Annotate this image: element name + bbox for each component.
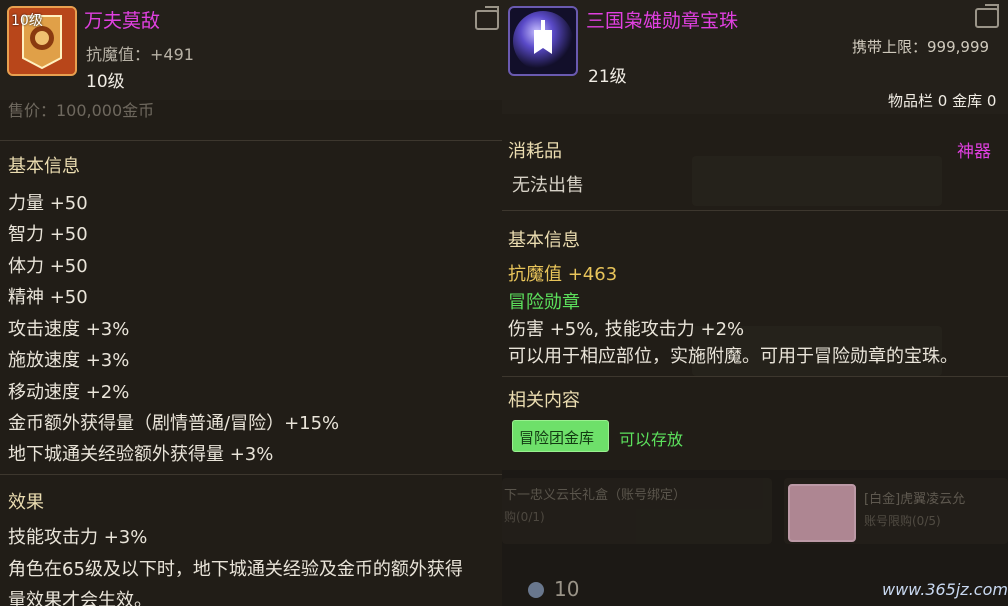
background-shop-strip: 下一忠义云长礼盒（账号绑定） 购(0/1) [白金]虎翼凌云允 账号限购(0/5…	[502, 470, 1008, 606]
item-title: 三国枭雄勋章宝珠	[586, 10, 739, 32]
can-store-label: 可以存放	[619, 430, 684, 449]
divider	[502, 376, 1008, 377]
divider	[0, 474, 502, 475]
shop-item-card: 下一忠义云长礼盒（账号绑定） 购(0/1)	[502, 478, 772, 544]
medal-label: 冒险勋章	[508, 292, 580, 313]
left-header: 10级 万夫莫敌 抗魔值：+491 10级	[0, 0, 502, 100]
carry-limit: 携带上限：999,999	[852, 38, 990, 56]
item-category: 消耗品	[508, 141, 562, 162]
section-basic-info: 基本信息	[508, 230, 580, 251]
stat-row: 地下城通关经验额外获得量 +3%	[8, 444, 274, 465]
item-title: 万夫莫敌	[84, 10, 161, 32]
section-related: 相关内容	[508, 390, 580, 411]
watermark: www.365jz.com	[882, 580, 1008, 599]
stat-row: 移动速度 +2%	[8, 382, 130, 403]
magic-resist-value: 抗魔值：+491	[86, 45, 194, 64]
shop-item-card: [白金]虎翼凌云允 账号限购(0/5)	[784, 478, 1008, 544]
orb-banner-icon	[513, 11, 573, 71]
item-icon-level: 10级	[11, 13, 43, 29]
vault-button-label: 冒险团金库	[519, 429, 595, 447]
gift-box-icon	[788, 484, 856, 542]
currency-amount: 10	[554, 577, 580, 601]
stat-row: 体力 +50	[8, 256, 88, 277]
shop-item-limit: 账号限购(0/5)	[864, 514, 941, 528]
medal-description: 伤害 +5%, 技能攻击力 +2%	[508, 319, 745, 340]
background-ghost-item	[692, 156, 942, 206]
section-basic-info: 基本信息	[8, 156, 80, 177]
stat-row: 智力 +50	[8, 224, 88, 245]
right-header: 三国枭雄勋章宝珠 携带上限：999,999 21级 物品栏 0 金库 0	[502, 0, 1008, 114]
effect-row: 技能攻击力 +3%	[8, 527, 148, 548]
price-faded: 售价：100,000金币	[8, 101, 155, 120]
divider	[0, 140, 502, 141]
shop-item-name: [白金]虎翼凌云允	[864, 492, 966, 507]
stat-row: 金币额外获得量（剧情普通/冒险）+15%	[8, 413, 340, 434]
currency-coin-icon	[528, 582, 544, 598]
medal-orb-icon	[508, 6, 578, 76]
right-tooltip-panel: 三国枭雄勋章宝珠 携带上限：999,999 21级 物品栏 0 金库 0 消耗品…	[502, 0, 1008, 606]
level-label: 21级	[588, 67, 627, 87]
stat-row: 力量 +50	[8, 193, 88, 214]
crest-item-icon: 10级	[7, 6, 77, 76]
medal-description: 可以用于相应部位，实施附魔。可用于冒险勋章的宝珠。	[508, 346, 958, 367]
stat-row: 攻击速度 +3%	[8, 319, 130, 340]
shop-item-name: 下一忠义云长礼盒（账号绑定）	[504, 488, 687, 503]
rarity-label: 神器	[957, 142, 991, 162]
stat-row: 精神 +50	[8, 287, 88, 308]
divider	[502, 210, 1008, 211]
section-effect: 效果	[8, 492, 44, 513]
effect-row: 角色在65级及以下时，地下城通关经验及金币的额外获得	[8, 559, 463, 580]
share-icon[interactable]	[475, 10, 499, 30]
share-icon[interactable]	[975, 8, 999, 28]
left-tooltip-panel: 10级 万夫莫敌 抗魔值：+491 10级 售价：100,000金币 基本信息 …	[0, 0, 502, 606]
shop-item-limit: 购(0/1)	[504, 510, 545, 524]
level-label: 10级	[86, 72, 125, 92]
stat-row: 施放速度 +3%	[8, 350, 130, 371]
magic-resist-value: 抗魔值 +463	[508, 264, 618, 285]
cannot-sell: 无法出售	[512, 175, 584, 196]
inventory-count: 物品栏 0 金库 0	[888, 92, 997, 110]
effect-row: 量效果才会生效。	[8, 590, 152, 606]
vault-button[interactable]: 冒险团金库	[512, 420, 609, 452]
